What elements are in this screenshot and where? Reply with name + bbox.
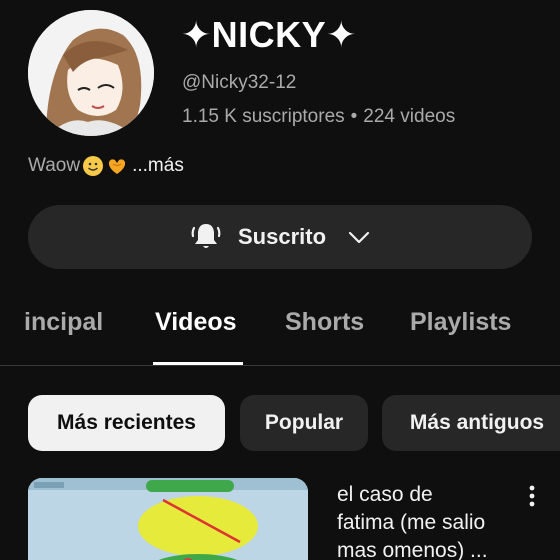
description-text: Waow <box>28 155 81 176</box>
video-title-line: el caso de <box>337 483 433 506</box>
tab-principal[interactable]: incipal <box>24 308 103 337</box>
video-count: 224 videos <box>363 106 456 127</box>
channel-tabs: incipal Videos Shorts Playlists <box>0 296 560 366</box>
channel-description[interactable]: Waow ...más <box>28 155 184 177</box>
channel-handle: @Nicky32-12 <box>182 72 297 93</box>
subscribed-label: Suscrito <box>237 224 327 249</box>
channel-avatar[interactable] <box>28 10 154 136</box>
filter-chip-oldest[interactable]: Más antiguos <box>382 395 560 451</box>
video-title-line: fatima (me salio <box>337 511 486 534</box>
emoji-smile-icon <box>83 156 104 176</box>
emoji-heart-hands-icon <box>108 159 126 174</box>
active-tab-indicator <box>153 362 243 365</box>
description-more-link[interactable]: ...más <box>132 155 184 177</box>
tab-playlists[interactable]: Playlists <box>410 308 511 337</box>
channel-name: ✦NICKY✦ <box>181 14 357 55</box>
chevron-down-icon <box>348 231 370 244</box>
subscribed-button[interactable]: Suscrito <box>28 205 532 269</box>
bell-ringing-icon <box>191 224 221 248</box>
stats-separator: • <box>350 106 358 127</box>
filter-chip-recent[interactable]: Más recientes <box>28 395 225 451</box>
subscriber-count: 1.15 K suscriptores <box>182 106 345 127</box>
video-title[interactable]: el caso de fatima (me salio mas omenos) … <box>337 481 517 560</box>
channel-stats: 1.15 K suscriptores • 224 videos <box>182 106 455 128</box>
more-vert-icon[interactable] <box>520 482 544 512</box>
video-title-line: mas omenos) ... <box>337 539 488 560</box>
tab-shorts[interactable]: Shorts <box>285 308 364 337</box>
filter-chip-popular[interactable]: Popular <box>240 395 368 451</box>
tab-videos[interactable]: Videos <box>155 308 237 337</box>
video-thumbnail[interactable] <box>28 478 308 560</box>
